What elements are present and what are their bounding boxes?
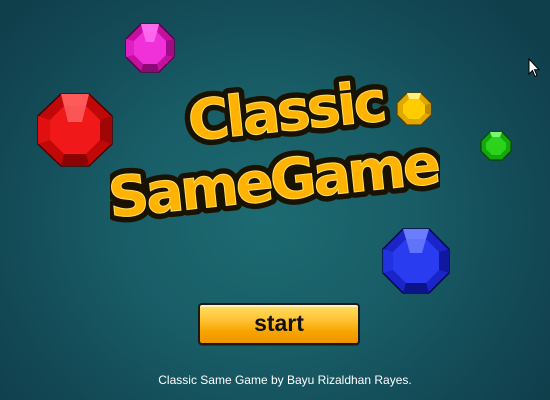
start-button-label: start — [254, 309, 304, 336]
game-screen: Classic Classic SameGame SameGame start … — [0, 0, 550, 400]
red-gem-icon — [36, 92, 114, 168]
game-title: Classic Classic SameGame SameGame — [110, 72, 440, 232]
title-line2: SameGame — [110, 132, 440, 231]
green-gem-icon — [480, 131, 512, 161]
blue-gem-icon — [381, 227, 451, 295]
start-button[interactable]: start — [198, 303, 360, 345]
mouse-pointer-icon — [528, 58, 540, 78]
magenta-gem-icon — [124, 22, 176, 74]
credits-text: Classic Same Game by Bayu Rizaldhan Raye… — [158, 373, 412, 387]
